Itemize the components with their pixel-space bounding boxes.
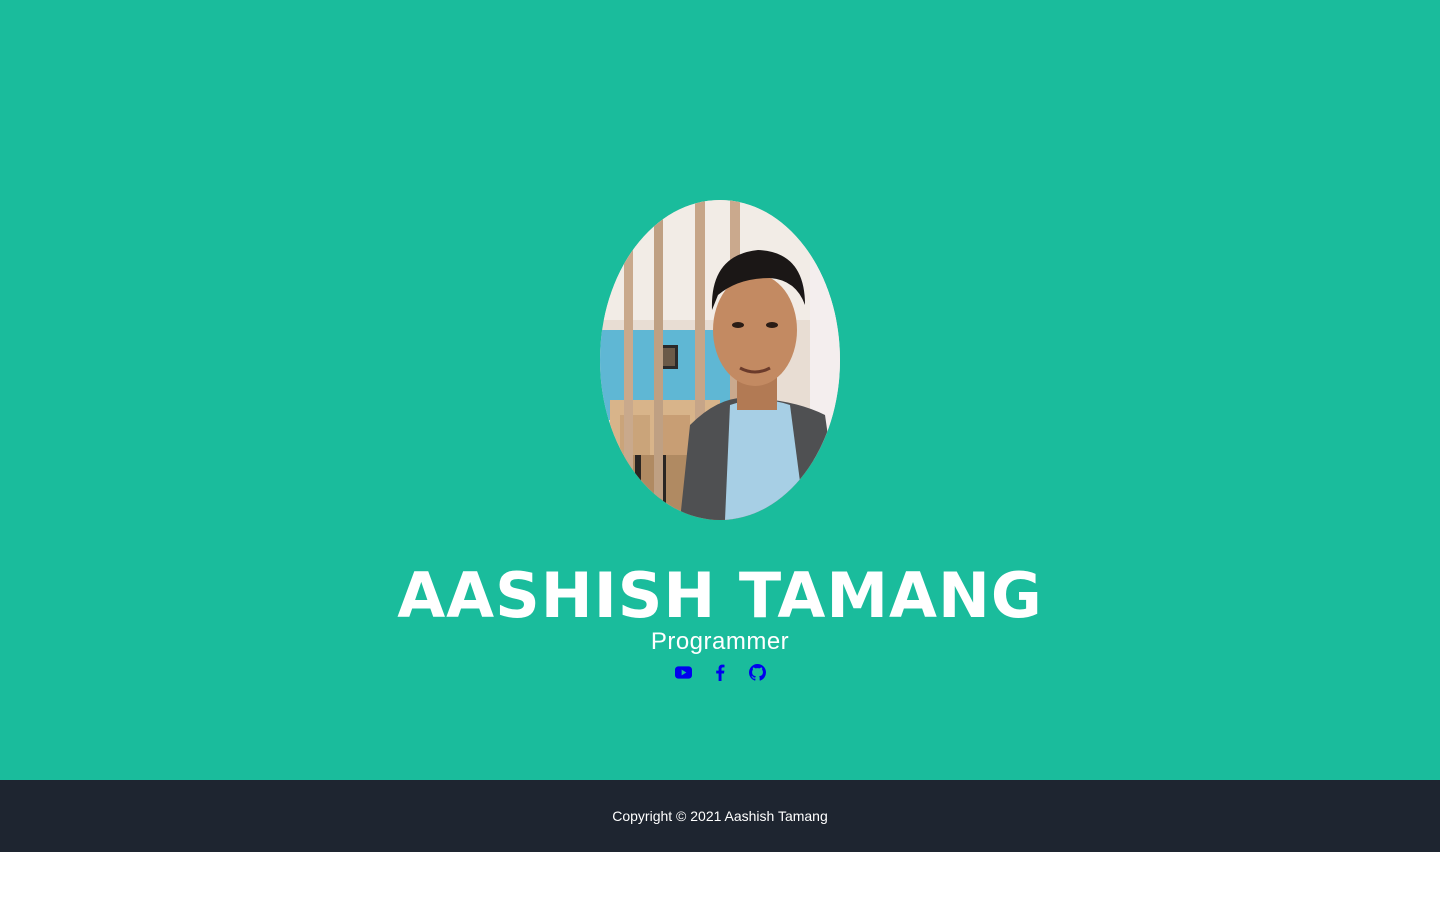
profile-photo <box>600 200 840 520</box>
facebook-link[interactable] <box>712 660 729 684</box>
youtube-icon <box>674 665 692 679</box>
profile-name: AASHISH TAMANG <box>397 559 1043 632</box>
github-link[interactable] <box>748 660 766 684</box>
social-links <box>0 660 1440 684</box>
copyright-text: Copyright © 2021 Aashish Tamang <box>612 808 828 824</box>
footer: Copyright © 2021 Aashish Tamang <box>0 780 1440 852</box>
github-icon <box>748 663 766 681</box>
youtube-link[interactable] <box>674 660 692 684</box>
hero-section: AASHISH TAMANG Programmer <box>0 0 1440 780</box>
facebook-icon <box>716 664 725 681</box>
profile-role: Programmer <box>650 628 790 655</box>
